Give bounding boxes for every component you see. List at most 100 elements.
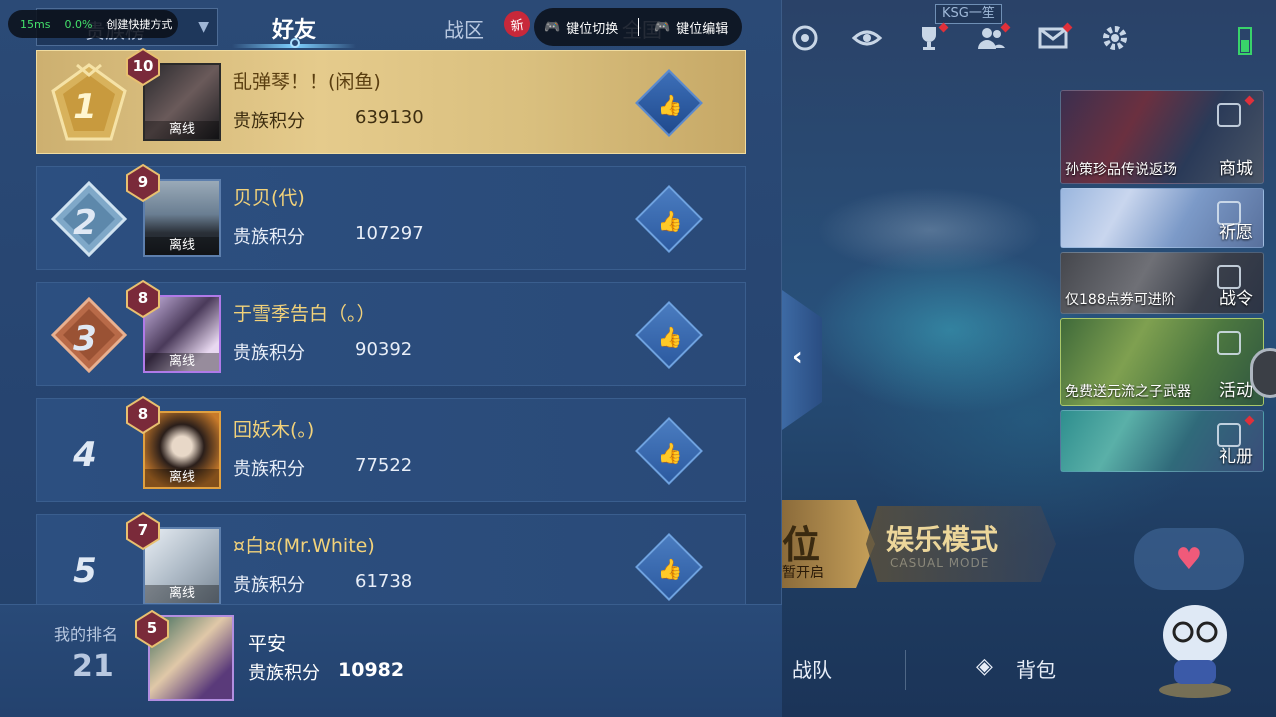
thumbs-up-icon: 👍 [657,325,683,350]
panel-battlepass-tag: 战令 [1219,289,1253,309]
chevron-down-icon: ▼ [198,19,209,35]
shortcut-label[interactable]: 创建快捷方式 [106,16,172,32]
level-badge: 7 [123,511,163,551]
rank-number: 1 [73,87,97,127]
panel-wish-tag: 祈愿 [1219,223,1253,243]
like-button[interactable]: 👍 [635,533,703,601]
notification-dot [1244,95,1255,106]
eye-icon[interactable] [847,18,887,58]
panel-battlepass-label: 仅188点券可进阶 [1065,292,1176,308]
level-number: 8 [137,405,149,423]
friends-icon[interactable] [971,18,1011,58]
offline-label: 离线 [145,237,219,255]
rank-number: 4 [73,435,97,475]
leaderboard-row: 3 离线 8 于雪季告白（。） 贵族积分 90392 👍 [36,279,746,386]
emulator-status-pill: 15ms 0.0% 创建快捷方式 [8,10,178,38]
panel-event[interactable]: 免费送元流之子武器 活动 [1060,318,1264,406]
like-button[interactable]: 👍 [635,185,703,253]
event-icon [1217,331,1241,355]
score-label: 贵族积分 [233,111,305,132]
player-name: 于雪季告白（。） [233,303,376,325]
key-switch-button[interactable]: 🎮 键位切换 [544,18,618,37]
ranked-mode-title: 位 [782,523,821,567]
leaderboard-panel: 贵族榜 ▼ 好友 战区 新 全国 1 离线 10 乱弹琴！！(闲鱼) [0,0,782,717]
panel-shop-label: 孙策珍品传说返场 [1065,162,1177,178]
gear-icon[interactable] [1095,18,1135,58]
casual-mode-sub: CASUAL MODE [890,556,990,570]
score-label: 贵族积分 [233,575,305,596]
like-button[interactable]: 👍 [635,69,703,137]
mode-banner: 位 暂开启 娱乐模式 CASUAL MODE [780,500,1070,590]
bag-icon: ◈ [976,654,993,679]
my-rank-number: 21 [72,649,114,684]
chevron-left-icon: ‹ [792,342,803,372]
notification-dot [1244,415,1255,426]
hero-icon[interactable] [785,18,825,58]
leaderboard-row: 2 离线 9 贝贝(代) 贵族积分 107297 👍 [36,163,746,270]
my-rank-bar: 我的排名 21 5 平安 贵族积分 10982 [0,604,782,717]
thumbs-up-icon: 👍 [657,209,683,234]
offline-label: 离线 [145,585,219,603]
trophy-icon[interactable] [909,18,949,58]
gamepad-icon: 🎮 [654,19,671,35]
battery-icon [1238,27,1252,55]
nav-bag[interactable]: 背包 [1016,654,1056,683]
panel-wish[interactable]: 祈愿 [1060,188,1264,248]
new-badge: 新 [501,8,533,40]
gamepad-icon: 🎮 [544,19,561,35]
score-value: 639130 [355,107,424,128]
score-label: 贵族积分 [233,343,305,364]
key-edit-label: 键位编辑 [676,21,729,37]
like-button[interactable]: 👍 [635,301,703,369]
level-number: 5 [146,619,158,637]
shop-icon [1217,103,1241,127]
score-value: 77522 [355,455,413,476]
offline-label: 离线 [145,121,219,139]
panel-event-label: 免费送元流之子武器 [1065,384,1191,400]
leaderboard-row: 1 离线 10 乱弹琴！！(闲鱼) 贵族积分 639130 👍 [36,47,746,154]
score-label: 贵族积分 [233,459,305,480]
panel-event-tag: 活动 [1219,381,1253,401]
score-value: 107297 [355,223,424,244]
panel-gift[interactable]: 礼册 [1060,410,1264,472]
mail-icon[interactable] [1033,18,1073,58]
loss-value: 0.0% [64,17,93,31]
casual-mode-button[interactable]: 娱乐模式 CASUAL MODE [866,506,1056,582]
divider [638,18,639,36]
thumbs-up-icon: 👍 [657,557,683,582]
top-icon-bar [785,18,1135,58]
panel-shop-tag: 商城 [1219,159,1253,179]
offline-label: 离线 [145,353,219,371]
key-mapping-pill: 🎮 键位切换 🎮 键位编辑 [534,8,742,46]
score-label: 贵族积分 [233,227,305,248]
activity-panels: 孙策珍品传说返场 商城 祈愿 仅188点券可进阶 战令 免费送元流之子武器 活动… [1060,90,1264,476]
floating-edge-button[interactable] [1250,348,1276,398]
tab-active-dot [290,38,300,48]
thumbs-up-icon: 👍 [657,93,683,118]
panel-shop[interactable]: 孙策珍品传说返场 商城 [1060,90,1264,184]
level-number: 9 [137,173,149,191]
mascot-character[interactable] [1150,590,1240,700]
key-edit-button[interactable]: 🎮 键位编辑 [654,18,728,37]
panel-battlepass[interactable]: 仅188点券可进阶 战令 [1060,252,1264,314]
level-number: 10 [132,57,154,75]
like-button[interactable]: 👍 [635,417,703,485]
level-badge: 10 [123,47,163,87]
level-number: 8 [137,289,149,307]
player-name: ¤白¤(Mr.White) [233,535,375,557]
my-rank-label: 我的排名 [54,625,119,644]
heart-bubble[interactable]: ♥ [1134,528,1244,590]
rank-number: 2 [73,203,97,243]
level-number: 7 [137,521,149,539]
casual-mode-title: 娱乐模式 [886,523,999,556]
divider [905,650,906,690]
nav-team[interactable]: 战队 [792,654,832,683]
key-switch-label: 键位切换 [566,21,619,37]
player-name: 回妖木(。) [233,419,315,441]
tab-zone[interactable]: 战区 [444,14,484,43]
my-score-label: 贵族积分 [248,663,320,684]
ping-value: 15ms [20,17,51,31]
ranked-mode-sub: 暂开启 [782,565,824,581]
ranked-mode-button[interactable]: 位 暂开启 [780,500,875,588]
player-name: 贝贝(代) [233,187,305,209]
